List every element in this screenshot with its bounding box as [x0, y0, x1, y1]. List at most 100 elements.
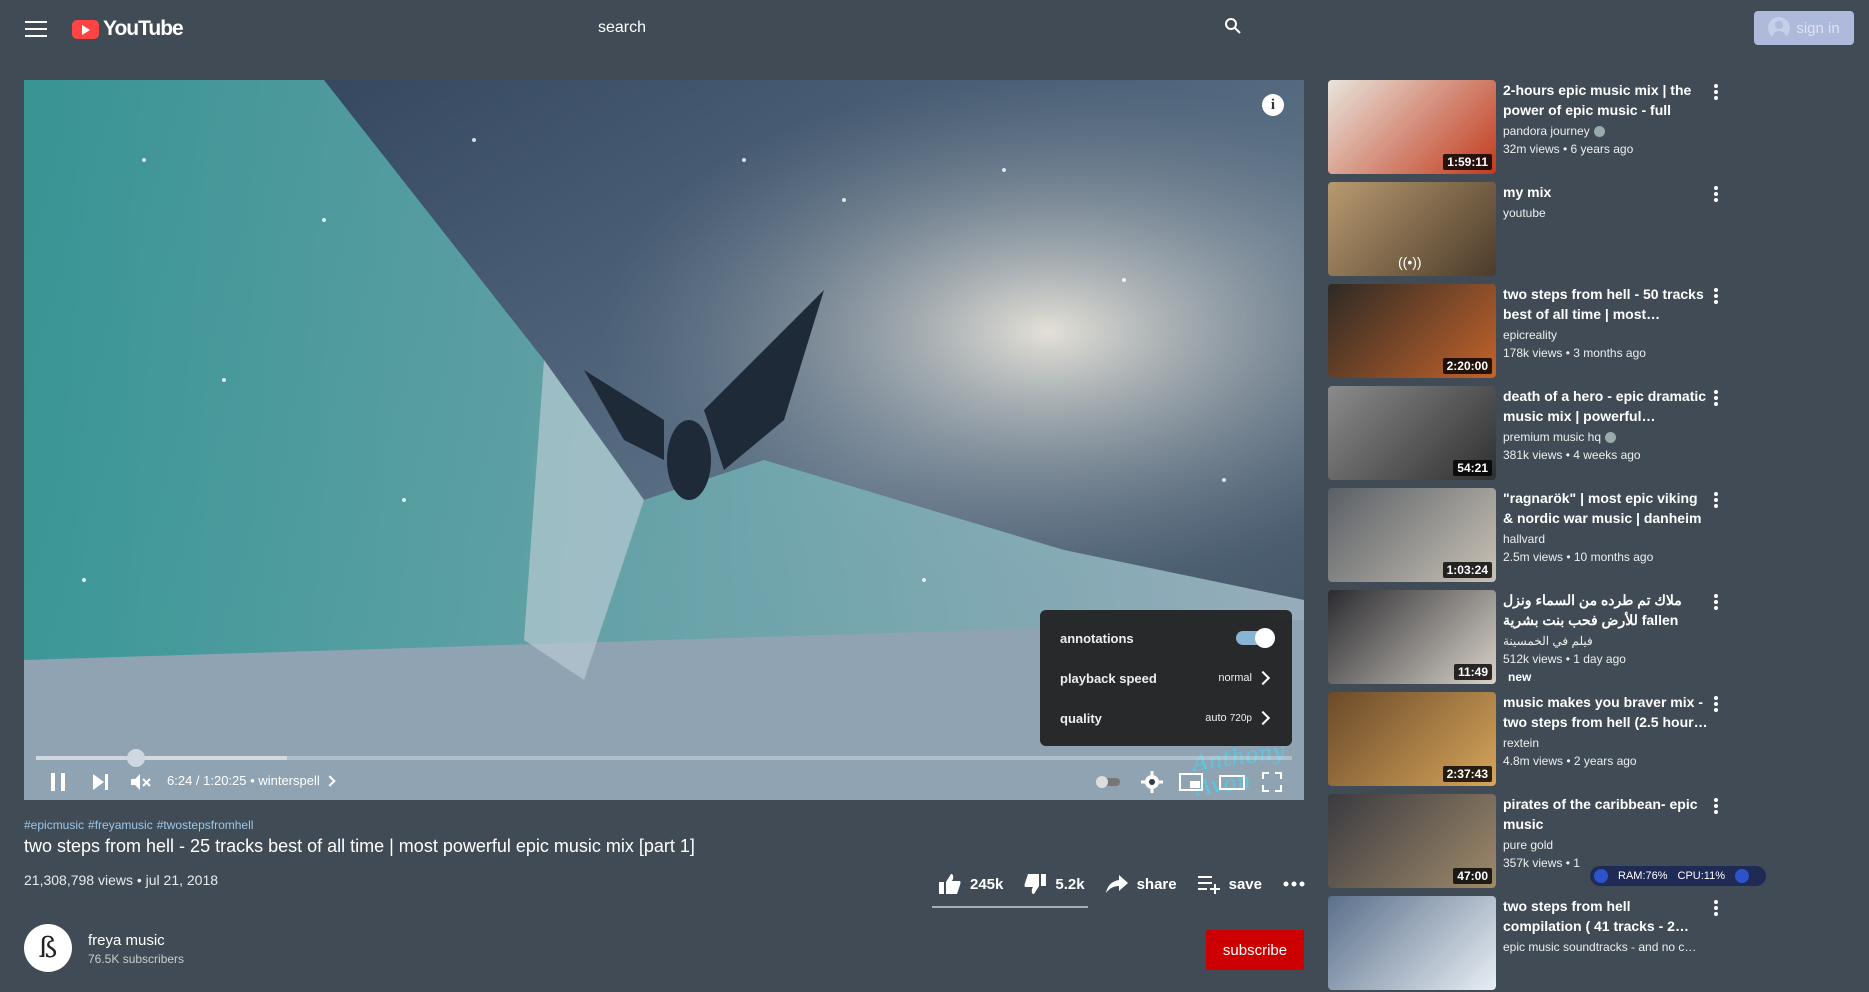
recommended-video-title[interactable]: two steps from hell - 50 tracks best of … [1503, 284, 1708, 324]
hashtag-link[interactable]: #epicmusic [24, 818, 84, 832]
more-vertical-icon[interactable] [1714, 594, 1718, 612]
menu-icon[interactable] [22, 16, 50, 40]
video-thumbnail[interactable]: 54:21 [1328, 386, 1496, 480]
recommended-channel[interactable]: premium music hq [1503, 430, 1617, 444]
channel-name[interactable]: freya music [88, 932, 165, 949]
recommended-stats: 357k views • 1 [1503, 856, 1580, 870]
video-thumbnail[interactable]: 2:37:43 [1328, 692, 1496, 786]
share-button[interactable]: share [1105, 873, 1177, 895]
playback-speed-row[interactable]: playback speed normal [1040, 658, 1292, 698]
next-icon[interactable] [90, 770, 110, 794]
recommended-channel[interactable]: فيلم في الخمسينة [1503, 634, 1593, 648]
more-vertical-icon[interactable] [1714, 186, 1718, 204]
recommended-channel-name: pandora journey [1503, 124, 1590, 138]
recommended-video[interactable]: 1:03:24 "ragnarök" | most epic viking & n… [1328, 488, 1853, 584]
fullscreen-icon[interactable] [1260, 770, 1284, 794]
video-player[interactable]: i Anthony Avon annotations playback spee… [24, 80, 1304, 800]
more-vertical-icon[interactable] [1714, 84, 1718, 102]
recommended-video-title[interactable]: ملاك تم طرده من السماء ونزل للأرض فحب بن… [1503, 590, 1708, 630]
more-actions-button[interactable] [1282, 873, 1306, 895]
recommended-video[interactable]: ((•)) my mix youtube [1328, 182, 1853, 278]
mute-icon[interactable] [128, 770, 152, 794]
playback-speed-value: normal [1218, 672, 1252, 684]
recommended-channel[interactable]: hallvard [1503, 532, 1545, 546]
chapter-title[interactable]: winterspell [258, 773, 319, 788]
video-thumbnail[interactable]: 1:03:24 [1328, 488, 1496, 582]
arrow-right-icon[interactable] [1735, 869, 1750, 883]
recommended-channel-name: epicreality [1503, 328, 1558, 342]
dislike-button[interactable]: 5.2k [1023, 873, 1085, 895]
video-thumbnail[interactable]: 1:59:11 [1328, 80, 1496, 174]
miniplayer-icon[interactable] [1178, 770, 1204, 794]
save-button[interactable]: save [1197, 873, 1262, 895]
like-count: 245k [970, 875, 1004, 893]
recommended-channel[interactable]: epicreality [1503, 328, 1557, 342]
share-icon [1105, 875, 1128, 893]
more-vertical-icon[interactable] [1714, 696, 1718, 714]
annotations-row[interactable]: annotations [1040, 618, 1292, 658]
recommended-video-title[interactable]: pirates of the caribbean- epic music [1503, 794, 1708, 834]
quality-value: auto 720p [1205, 712, 1252, 724]
recommended-video-title[interactable]: music makes you braver mix - two steps f… [1503, 692, 1708, 732]
like-button[interactable]: 245k [938, 873, 1003, 895]
pause-icon[interactable] [48, 770, 68, 794]
more-vertical-icon[interactable] [1714, 492, 1718, 510]
video-duration: 1:03:24 [1442, 562, 1492, 578]
scrubber-handle[interactable] [126, 749, 145, 767]
more-vertical-icon[interactable] [1714, 798, 1718, 816]
hashtag-link[interactable]: #twostepsfromhell [157, 818, 254, 832]
recommended-video[interactable]: 2:37:43 music makes you braver mix - two … [1328, 692, 1853, 788]
recommended-stats: 4.8m views • 2 years ago [1503, 754, 1637, 768]
info-icon[interactable]: i [1262, 94, 1284, 116]
microphone-icon[interactable] [1594, 869, 1608, 883]
recommended-channel[interactable]: youtube [1503, 206, 1546, 220]
recommended-video-title[interactable]: death of a hero - epic dramatic music mi… [1503, 386, 1708, 426]
recommended-video-title[interactable]: my mix [1503, 182, 1708, 202]
logo-text: YouTube [103, 17, 184, 40]
video-thumbnail[interactable]: 2:20:00 [1328, 284, 1496, 378]
youtube-logo[interactable]: YouTube [72, 17, 184, 41]
verified-icon [1593, 126, 1605, 138]
recommended-video[interactable]: 1:59:11 2-hours epic music mix | the powe… [1328, 80, 1853, 176]
search-box[interactable] [596, 14, 1250, 42]
more-vertical-icon[interactable] [1714, 900, 1718, 918]
recommended-video-title[interactable]: 2-hours epic music mix | the power of ep… [1503, 80, 1708, 120]
video-thumbnail[interactable]: 47:00 [1328, 794, 1496, 888]
recommended-video[interactable]: 2:20:00 two steps from hell - 50 tracks b… [1328, 284, 1853, 380]
theater-mode-icon[interactable] [1218, 770, 1246, 794]
subscribe-button[interactable]: subscribe [1206, 930, 1304, 970]
video-thumbnail[interactable] [1328, 896, 1496, 990]
hashtag-link[interactable]: #freyamusic [88, 818, 153, 832]
progress-bar[interactable] [36, 749, 1292, 767]
quality-label: quality [1060, 710, 1102, 726]
recommended-channel[interactable]: pandora journey [1503, 124, 1605, 138]
like-ratio-bar [932, 906, 1088, 908]
video-actions: 245k 5.2k share save [938, 868, 1326, 900]
autoplay-toggle-icon[interactable] [1094, 770, 1122, 794]
video-thumbnail[interactable]: 11:49 [1328, 590, 1496, 684]
annotations-toggle[interactable] [1236, 628, 1275, 648]
more-vertical-icon[interactable] [1714, 288, 1718, 306]
recommended-stats: 32m views • 6 years ago [1503, 142, 1634, 156]
recommended-video-title[interactable]: two steps from hell compilation ( 41 tra… [1503, 896, 1708, 936]
search-icon[interactable] [1224, 17, 1242, 35]
channel-avatar[interactable]: ß [24, 924, 72, 972]
quality-row[interactable]: quality auto 720p [1040, 698, 1292, 738]
recommended-video[interactable]: 11:49 ملاك تم طرده من السماء ونزل للأرض ف… [1328, 590, 1853, 686]
recommended-channel[interactable]: pure gold [1503, 838, 1553, 852]
video-title: two steps from hell - 25 tracks best of … [24, 836, 695, 856]
recommended-video[interactable]: 54:21 death of a hero - epic dramatic mus… [1328, 386, 1853, 482]
recommended-channel-name: hallvard [1503, 532, 1546, 546]
sign-in-button[interactable]: sign in [1754, 11, 1854, 45]
recommended-video[interactable]: two steps from hell compilation ( 41 tra… [1328, 896, 1853, 992]
search-input[interactable] [596, 14, 1250, 42]
recommended-video-title[interactable]: "ragnarök" | most epic viking & nordic w… [1503, 488, 1708, 528]
settings-gear-icon[interactable] [1140, 770, 1164, 794]
video-thumbnail[interactable]: ((•)) [1328, 182, 1496, 276]
recommended-channel[interactable]: rextein [1503, 736, 1539, 750]
recommended-channel-name: premium music hq [1503, 430, 1602, 444]
recommended-channel[interactable]: epic music soundtracks - and no c… [1503, 940, 1696, 954]
more-vertical-icon[interactable] [1714, 390, 1718, 408]
video-duration: 47:00 [1453, 868, 1492, 884]
cpu-usage: CPU:11% [1677, 870, 1726, 882]
